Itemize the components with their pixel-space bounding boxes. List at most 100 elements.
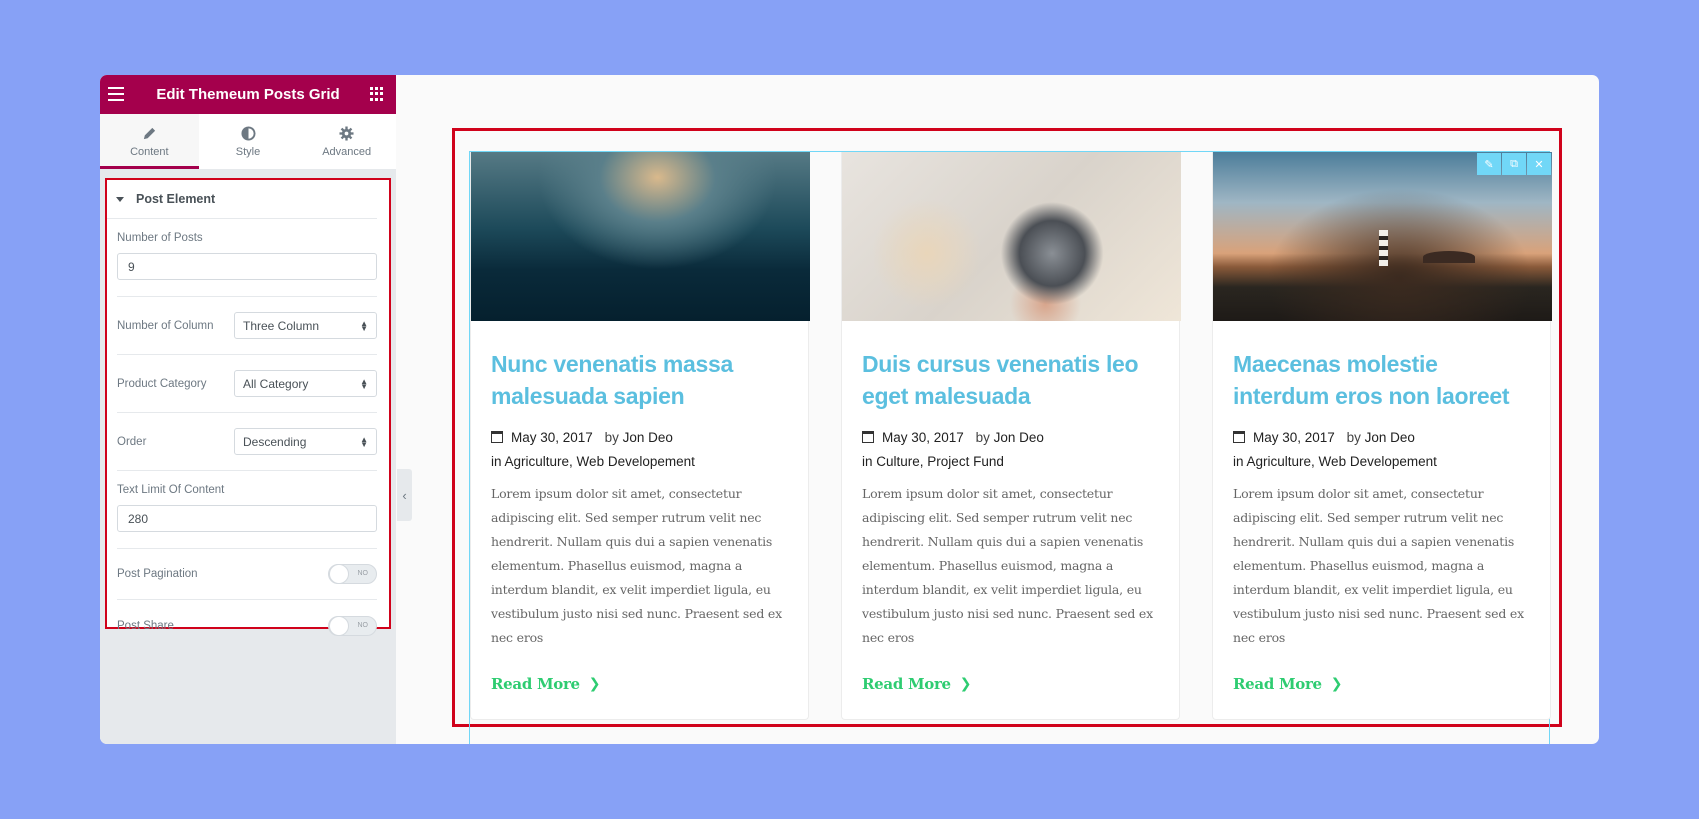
toggle-state: NO bbox=[357, 621, 369, 629]
post-image-sea[interactable] bbox=[471, 152, 810, 321]
text-limit-label: Text Limit Of Content bbox=[117, 484, 225, 496]
panel-title: Edit Themeum Posts Grid bbox=[156, 86, 340, 103]
widgets-grid-icon[interactable] bbox=[370, 87, 384, 101]
panel-tabs: Content Style Advanced bbox=[100, 114, 396, 169]
in-label: in bbox=[491, 454, 502, 469]
product-category-value: All Category bbox=[243, 376, 309, 391]
post-card: ✎ ⧉ ✕ Maecenas molestie interdum eros no… bbox=[1212, 152, 1552, 720]
by-label: by bbox=[1346, 430, 1361, 445]
in-label: in bbox=[1233, 454, 1244, 469]
post-author[interactable]: Jon Deo bbox=[994, 430, 1044, 445]
by-label: by bbox=[604, 430, 619, 445]
number-of-column-value: Three Column bbox=[243, 318, 320, 333]
post-share-toggle[interactable]: NO bbox=[328, 615, 377, 636]
read-more-label: Read More bbox=[1233, 675, 1322, 693]
close-icon[interactable]: ✕ bbox=[1527, 153, 1551, 175]
order-value: Descending bbox=[243, 434, 307, 449]
read-more-label: Read More bbox=[491, 675, 580, 693]
number-of-column-label: Number of Column bbox=[117, 319, 214, 332]
select-arrows-icon: ▲ ▼ bbox=[360, 318, 368, 333]
post-excerpt: Lorem ipsum dolor sit amet, consectetur … bbox=[491, 486, 782, 645]
number-of-posts-input[interactable] bbox=[117, 253, 377, 280]
number-of-posts-control: Number of Posts bbox=[117, 219, 377, 297]
tab-content-label: Content bbox=[130, 145, 169, 158]
by-label: by bbox=[975, 430, 990, 445]
edit-icon[interactable]: ✎ bbox=[1477, 153, 1501, 175]
read-more-label: Read More bbox=[862, 675, 951, 693]
post-excerpt: Lorem ipsum dolor sit amet, consectetur … bbox=[1233, 486, 1524, 645]
read-more-link[interactable]: Read More ❯ bbox=[1233, 675, 1343, 693]
gear-icon bbox=[339, 125, 354, 141]
read-more-link[interactable]: Read More ❯ bbox=[862, 675, 972, 693]
post-date: May 30, 2017 bbox=[511, 430, 593, 445]
tab-content[interactable]: Content bbox=[100, 114, 199, 169]
tab-style-label: Style bbox=[235, 145, 261, 158]
post-meta: May 30, 2017 by Jon Deo in Culture, Proj… bbox=[862, 426, 1159, 474]
calendar-icon bbox=[491, 431, 503, 443]
post-card: Duis cursus venenatis leo eget malesuada… bbox=[841, 152, 1181, 720]
post-title[interactable]: Nunc venenatis massa malesuada sapien bbox=[491, 348, 788, 412]
duplicate-icon[interactable]: ⧉ bbox=[1502, 153, 1526, 175]
section-title: Post Element bbox=[136, 192, 216, 206]
chevron-left-icon: ‹ bbox=[402, 487, 407, 503]
post-image-lighthouse[interactable]: ✎ ⧉ ✕ bbox=[1213, 152, 1552, 321]
order-label: Order bbox=[117, 435, 147, 448]
post-categories[interactable]: Agriculture, Web Developement bbox=[1247, 454, 1437, 469]
tab-style[interactable]: Style bbox=[199, 114, 298, 169]
product-category-select[interactable]: All Category ▲ ▼ bbox=[234, 370, 377, 397]
posts-grid[interactable]: Nunc venenatis massa malesuada sapien Ma… bbox=[470, 152, 1552, 720]
post-element-section: Post Element Number of Posts Number of C… bbox=[105, 178, 391, 636]
text-limit-control: Text Limit Of Content bbox=[117, 471, 377, 549]
number-of-posts-label: Number of Posts bbox=[117, 232, 203, 244]
toggle-knob bbox=[329, 615, 349, 636]
post-pagination-control: Post Pagination NO bbox=[117, 549, 377, 600]
editor-panel: Edit Themeum Posts Grid Content Style Ad… bbox=[100, 75, 396, 744]
product-category-label: Product Category bbox=[117, 377, 207, 390]
post-pagination-toggle[interactable]: NO bbox=[328, 564, 377, 584]
pencil-icon bbox=[143, 127, 155, 139]
section-toggle[interactable]: Post Element bbox=[107, 180, 377, 219]
calendar-icon bbox=[1233, 431, 1245, 443]
editor-window: Edit Themeum Posts Grid Content Style Ad… bbox=[100, 75, 1599, 744]
toggle-state: NO bbox=[357, 570, 369, 577]
post-card: Nunc venenatis massa malesuada sapien Ma… bbox=[470, 152, 810, 720]
contrast-icon bbox=[240, 125, 256, 141]
read-more-link[interactable]: Read More ❯ bbox=[491, 675, 601, 693]
collapse-panel-button[interactable]: ‹ bbox=[397, 469, 412, 521]
order-select[interactable]: Descending ▲ ▼ bbox=[234, 428, 377, 455]
post-pagination-label: Post Pagination bbox=[117, 568, 198, 580]
panel-header: Edit Themeum Posts Grid bbox=[100, 75, 396, 114]
post-title[interactable]: Maecenas molestie interdum eros non laor… bbox=[1233, 348, 1530, 412]
post-image-desk[interactable] bbox=[842, 152, 1181, 321]
post-excerpt: Lorem ipsum dolor sit amet, consectetur … bbox=[862, 486, 1153, 645]
post-author[interactable]: Jon Deo bbox=[1365, 430, 1415, 445]
caret-down-icon bbox=[116, 196, 124, 202]
widget-toolbar: ✎ ⧉ ✕ bbox=[1477, 153, 1551, 175]
lighthouse-shape bbox=[1379, 230, 1388, 266]
post-date: May 30, 2017 bbox=[1253, 430, 1335, 445]
post-title[interactable]: Duis cursus venenatis leo eget malesuada bbox=[862, 348, 1159, 412]
island-shape bbox=[1423, 251, 1475, 263]
product-category-control: Product Category All Category ▲ ▼ bbox=[117, 355, 377, 413]
post-meta: May 30, 2017 by Jon Deo in Agriculture, … bbox=[491, 426, 788, 474]
post-date: May 30, 2017 bbox=[882, 430, 964, 445]
toggle-knob bbox=[329, 564, 349, 584]
tab-advanced-label: Advanced bbox=[322, 145, 372, 158]
tab-advanced[interactable]: Advanced bbox=[297, 114, 396, 169]
order-control: Order Descending ▲ ▼ bbox=[117, 413, 377, 471]
number-of-column-control: Number of Column Three Column ▲ ▼ bbox=[117, 297, 377, 355]
select-arrows-icon: ▲ ▼ bbox=[360, 376, 368, 391]
menu-icon[interactable] bbox=[108, 87, 124, 101]
in-label: in bbox=[862, 454, 873, 469]
chevron-right-icon: ❯ bbox=[588, 676, 601, 692]
post-share-control: Post Share NO bbox=[117, 600, 377, 651]
post-share-label: Post Share bbox=[117, 619, 174, 632]
post-categories[interactable]: Agriculture, Web Developement bbox=[505, 454, 695, 469]
text-limit-input[interactable] bbox=[117, 505, 377, 532]
chevron-right-icon: ❯ bbox=[959, 676, 972, 692]
post-meta: May 30, 2017 by Jon Deo in Agriculture, … bbox=[1233, 426, 1530, 474]
number-of-column-select[interactable]: Three Column ▲ ▼ bbox=[234, 312, 377, 339]
post-author[interactable]: Jon Deo bbox=[623, 430, 673, 445]
post-categories[interactable]: Culture, Project Fund bbox=[876, 454, 1004, 469]
select-arrows-icon: ▲ ▼ bbox=[360, 434, 368, 449]
